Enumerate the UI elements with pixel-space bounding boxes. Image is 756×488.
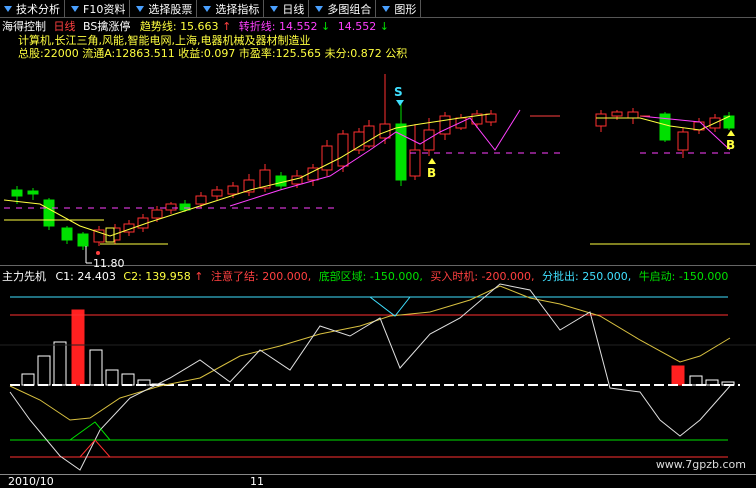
- candle-body: [61, 227, 73, 241]
- date-axis: 2010/10 11: [0, 474, 756, 488]
- candle-body: [611, 111, 623, 117]
- candle-body: [165, 203, 177, 211]
- indicator-bar: [21, 373, 35, 386]
- candle-body: [211, 189, 223, 197]
- indicator-bar: [89, 349, 103, 386]
- cyan-dip-line: [369, 296, 411, 317]
- bull-spike: [69, 421, 111, 441]
- indicator-bar: [121, 373, 135, 386]
- s-sell-label: S: [394, 85, 403, 99]
- buy-spike: [79, 439, 111, 458]
- candle-body: [409, 149, 421, 177]
- candle-body: [353, 131, 365, 151]
- candle-body: [677, 131, 689, 151]
- date-label-oct: 2010/10: [8, 475, 54, 488]
- candle-body: [179, 203, 191, 211]
- candle-body: [337, 133, 349, 167]
- up-arrow-icon-2: [727, 130, 735, 136]
- dot-marker: [96, 251, 100, 255]
- candle-body: [93, 229, 105, 243]
- candle-body: [227, 185, 239, 195]
- candle-body: [455, 117, 467, 129]
- indicator-bar: [689, 375, 703, 386]
- c2-line: [9, 285, 731, 421]
- candle-body: [151, 209, 163, 219]
- candle-body: [423, 129, 435, 151]
- low-price-label: 11.80: [93, 257, 125, 270]
- candle-body: [485, 113, 497, 123]
- down-arrow-icon: [396, 100, 404, 106]
- b-buy-label-2: B: [726, 138, 735, 152]
- indicator-bar: [71, 309, 85, 386]
- candle-body: [43, 199, 55, 227]
- candle-body: [595, 113, 607, 127]
- candle-body: [77, 233, 89, 247]
- candle-body: [11, 189, 23, 197]
- watermark: www.7gpzb.com: [655, 458, 746, 471]
- indicator-bar: [105, 369, 119, 386]
- date-label-nov: 11: [250, 475, 264, 488]
- candle-body: [195, 195, 207, 205]
- candle-body: [275, 175, 287, 187]
- candle-body: [27, 190, 39, 195]
- indicator-bar: [37, 355, 51, 386]
- indicator-bar: [671, 365, 685, 386]
- b-buy-label: B: [427, 166, 436, 180]
- candle-body: [627, 111, 639, 119]
- up-arrow-icon: [428, 158, 436, 164]
- indicator-bar: [53, 341, 67, 386]
- chart-canvas: 11.80 S B B: [0, 74, 756, 471]
